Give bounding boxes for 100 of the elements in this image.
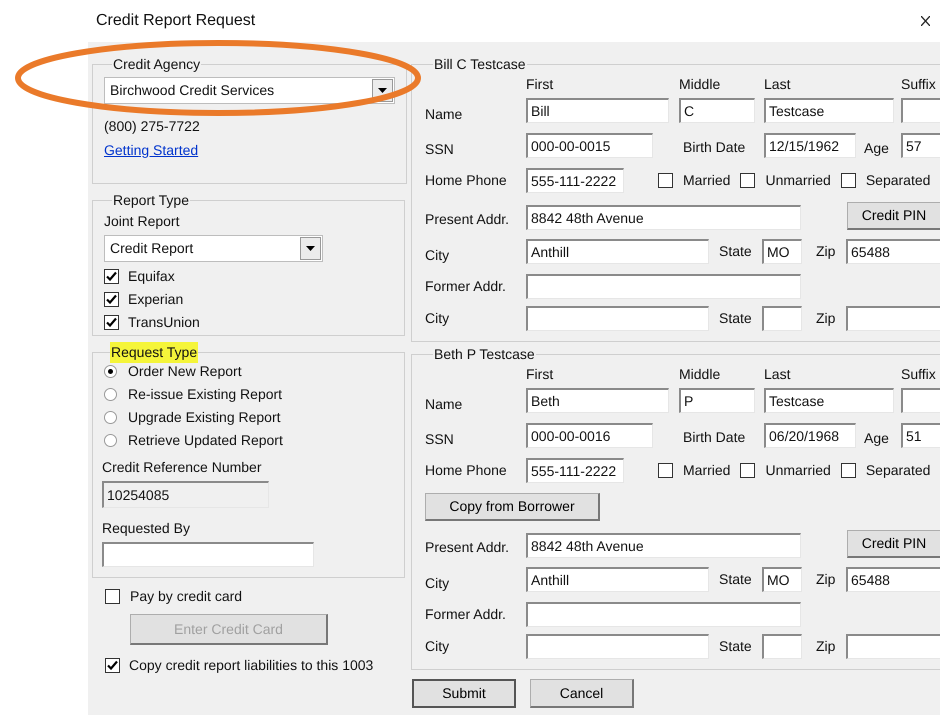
- text-field[interactable]: 65488: [846, 239, 940, 264]
- text-field[interactable]: 57: [901, 133, 940, 158]
- window-title: Credit Report Request: [96, 11, 256, 31]
- group-title: Request Type: [110, 342, 198, 363]
- group-title: Beth P Testcase: [433, 345, 536, 364]
- caret-icon: [306, 246, 315, 251]
- text-field[interactable]: [846, 306, 940, 331]
- text-field[interactable]: [526, 602, 801, 627]
- text-field[interactable]: Anthill: [526, 567, 709, 592]
- text-field[interactable]: Testcase: [764, 388, 894, 413]
- radio-button[interactable]: [104, 434, 117, 447]
- submit-button[interactable]: Submit: [412, 679, 516, 708]
- field-label: Suffix: [901, 365, 936, 383]
- checkbox[interactable]: [104, 292, 119, 307]
- field-label: Zip: [816, 637, 836, 656]
- checkbox[interactable]: [740, 173, 756, 188]
- checkbox-label: Equifax: [128, 267, 175, 286]
- text-field[interactable]: [762, 306, 802, 331]
- text-field[interactable]: MO: [762, 239, 802, 264]
- text-field[interactable]: 10254085: [102, 481, 269, 508]
- field-label: Former Addr.: [425, 605, 507, 624]
- text-field[interactable]: 51: [901, 423, 940, 448]
- text-field[interactable]: 12/15/1962: [764, 133, 856, 158]
- radio-label: Order New Report: [128, 362, 242, 381]
- close-icon[interactable]: [921, 16, 930, 26]
- text-field[interactable]: [762, 634, 802, 659]
- text-field[interactable]: Bill: [526, 98, 669, 123]
- radio-button[interactable]: [104, 388, 117, 401]
- checkbox[interactable]: [105, 589, 120, 604]
- text-field[interactable]: 555-111-2222: [526, 168, 624, 193]
- getting-started-link[interactable]: Getting Started: [104, 140, 395, 161]
- text-field[interactable]: [846, 634, 940, 659]
- credit-pin-button[interactable]: Credit PIN: [847, 202, 940, 230]
- radio-label: Upgrade Existing Report: [128, 408, 281, 427]
- field-label: Age: [864, 429, 890, 448]
- text-field[interactable]: MO: [762, 567, 802, 592]
- checkbox[interactable]: [840, 463, 856, 478]
- text-field[interactable]: C: [679, 98, 755, 123]
- checkbox-label: Unmarried: [765, 461, 831, 480]
- field-label: Joint Report: [104, 212, 180, 231]
- text-field[interactable]: 555-111-2222: [526, 458, 624, 483]
- text-field[interactable]: 06/20/1968: [764, 423, 856, 448]
- checkbox[interactable]: [104, 269, 119, 284]
- text-field[interactable]: 000-00-0015: [526, 133, 653, 158]
- checkbox[interactable]: [658, 173, 673, 188]
- text-field[interactable]: Beth: [526, 388, 669, 413]
- checkbox-label: Married: [683, 461, 730, 480]
- checkbox-label: Separated: [866, 171, 930, 190]
- checkbox[interactable]: [104, 315, 119, 330]
- dropdown[interactable]: Birchwood Credit Services: [104, 77, 395, 104]
- checkbox-label: Experian: [128, 290, 184, 309]
- text-field[interactable]: [526, 274, 801, 299]
- checkbox-label: Separated: [866, 461, 930, 480]
- field-label: State: [719, 309, 753, 328]
- field-label: SSN: [425, 430, 455, 449]
- radio-button[interactable]: [104, 365, 117, 378]
- checkbox-label: Married: [683, 171, 730, 190]
- radio-button[interactable]: [104, 411, 117, 424]
- text-field[interactable]: Testcase: [764, 98, 894, 123]
- text-field[interactable]: [102, 542, 314, 567]
- credit-pin-button[interactable]: Credit PIN: [847, 530, 940, 558]
- field-label: Birth Date: [683, 428, 746, 447]
- checkbox-label: Pay by credit card: [130, 587, 242, 606]
- text-field[interactable]: 8842 48th Avenue: [526, 205, 801, 230]
- text-field[interactable]: P: [679, 388, 755, 413]
- text-field[interactable]: [526, 634, 709, 659]
- field-label: City: [425, 309, 450, 328]
- checkbox-label: TransUnion: [128, 313, 200, 332]
- field-label: Former Addr.: [425, 277, 507, 296]
- text-field[interactable]: Anthill: [526, 239, 709, 264]
- checkbox[interactable]: [658, 463, 673, 478]
- radio-label: Re-issue Existing Report: [128, 385, 282, 404]
- field-label: Zip: [816, 242, 836, 261]
- phone-number: (800) 275-7722: [104, 117, 201, 136]
- checkbox[interactable]: [840, 173, 856, 188]
- field-label: Birth Date: [683, 138, 746, 157]
- field-label: SSN: [425, 140, 455, 159]
- text-field[interactable]: [526, 306, 709, 331]
- checkbox-label: Copy credit report liabilities to this 1003: [129, 656, 374, 675]
- checkbox[interactable]: [105, 658, 120, 673]
- field-label: City: [425, 637, 450, 656]
- cancel-button[interactable]: Cancel: [530, 679, 634, 708]
- text-field[interactable]: 000-00-0016: [526, 423, 653, 448]
- dropdown[interactable]: Credit Report: [104, 235, 323, 262]
- text-field[interactable]: 8842 48th Avenue: [526, 533, 801, 558]
- field-label: Zip: [816, 309, 836, 328]
- field-label: Last: [764, 75, 792, 93]
- field-label: Requested By: [102, 519, 191, 538]
- field-label: City: [425, 574, 450, 593]
- radio-label: Retrieve Updated Report: [128, 431, 283, 450]
- field-label: State: [719, 242, 753, 261]
- text-field[interactable]: 65488: [846, 567, 940, 592]
- checkbox-label: Unmarried: [765, 171, 831, 190]
- copy-from-borrower-button[interactable]: Copy from Borrower: [425, 493, 600, 521]
- field-label: Credit Reference Number: [102, 458, 263, 477]
- field-label: Name: [425, 105, 464, 124]
- field-label: Middle: [679, 365, 722, 383]
- field-label: First: [526, 75, 554, 93]
- field-label: Last: [764, 365, 792, 383]
- checkbox[interactable]: [740, 463, 756, 478]
